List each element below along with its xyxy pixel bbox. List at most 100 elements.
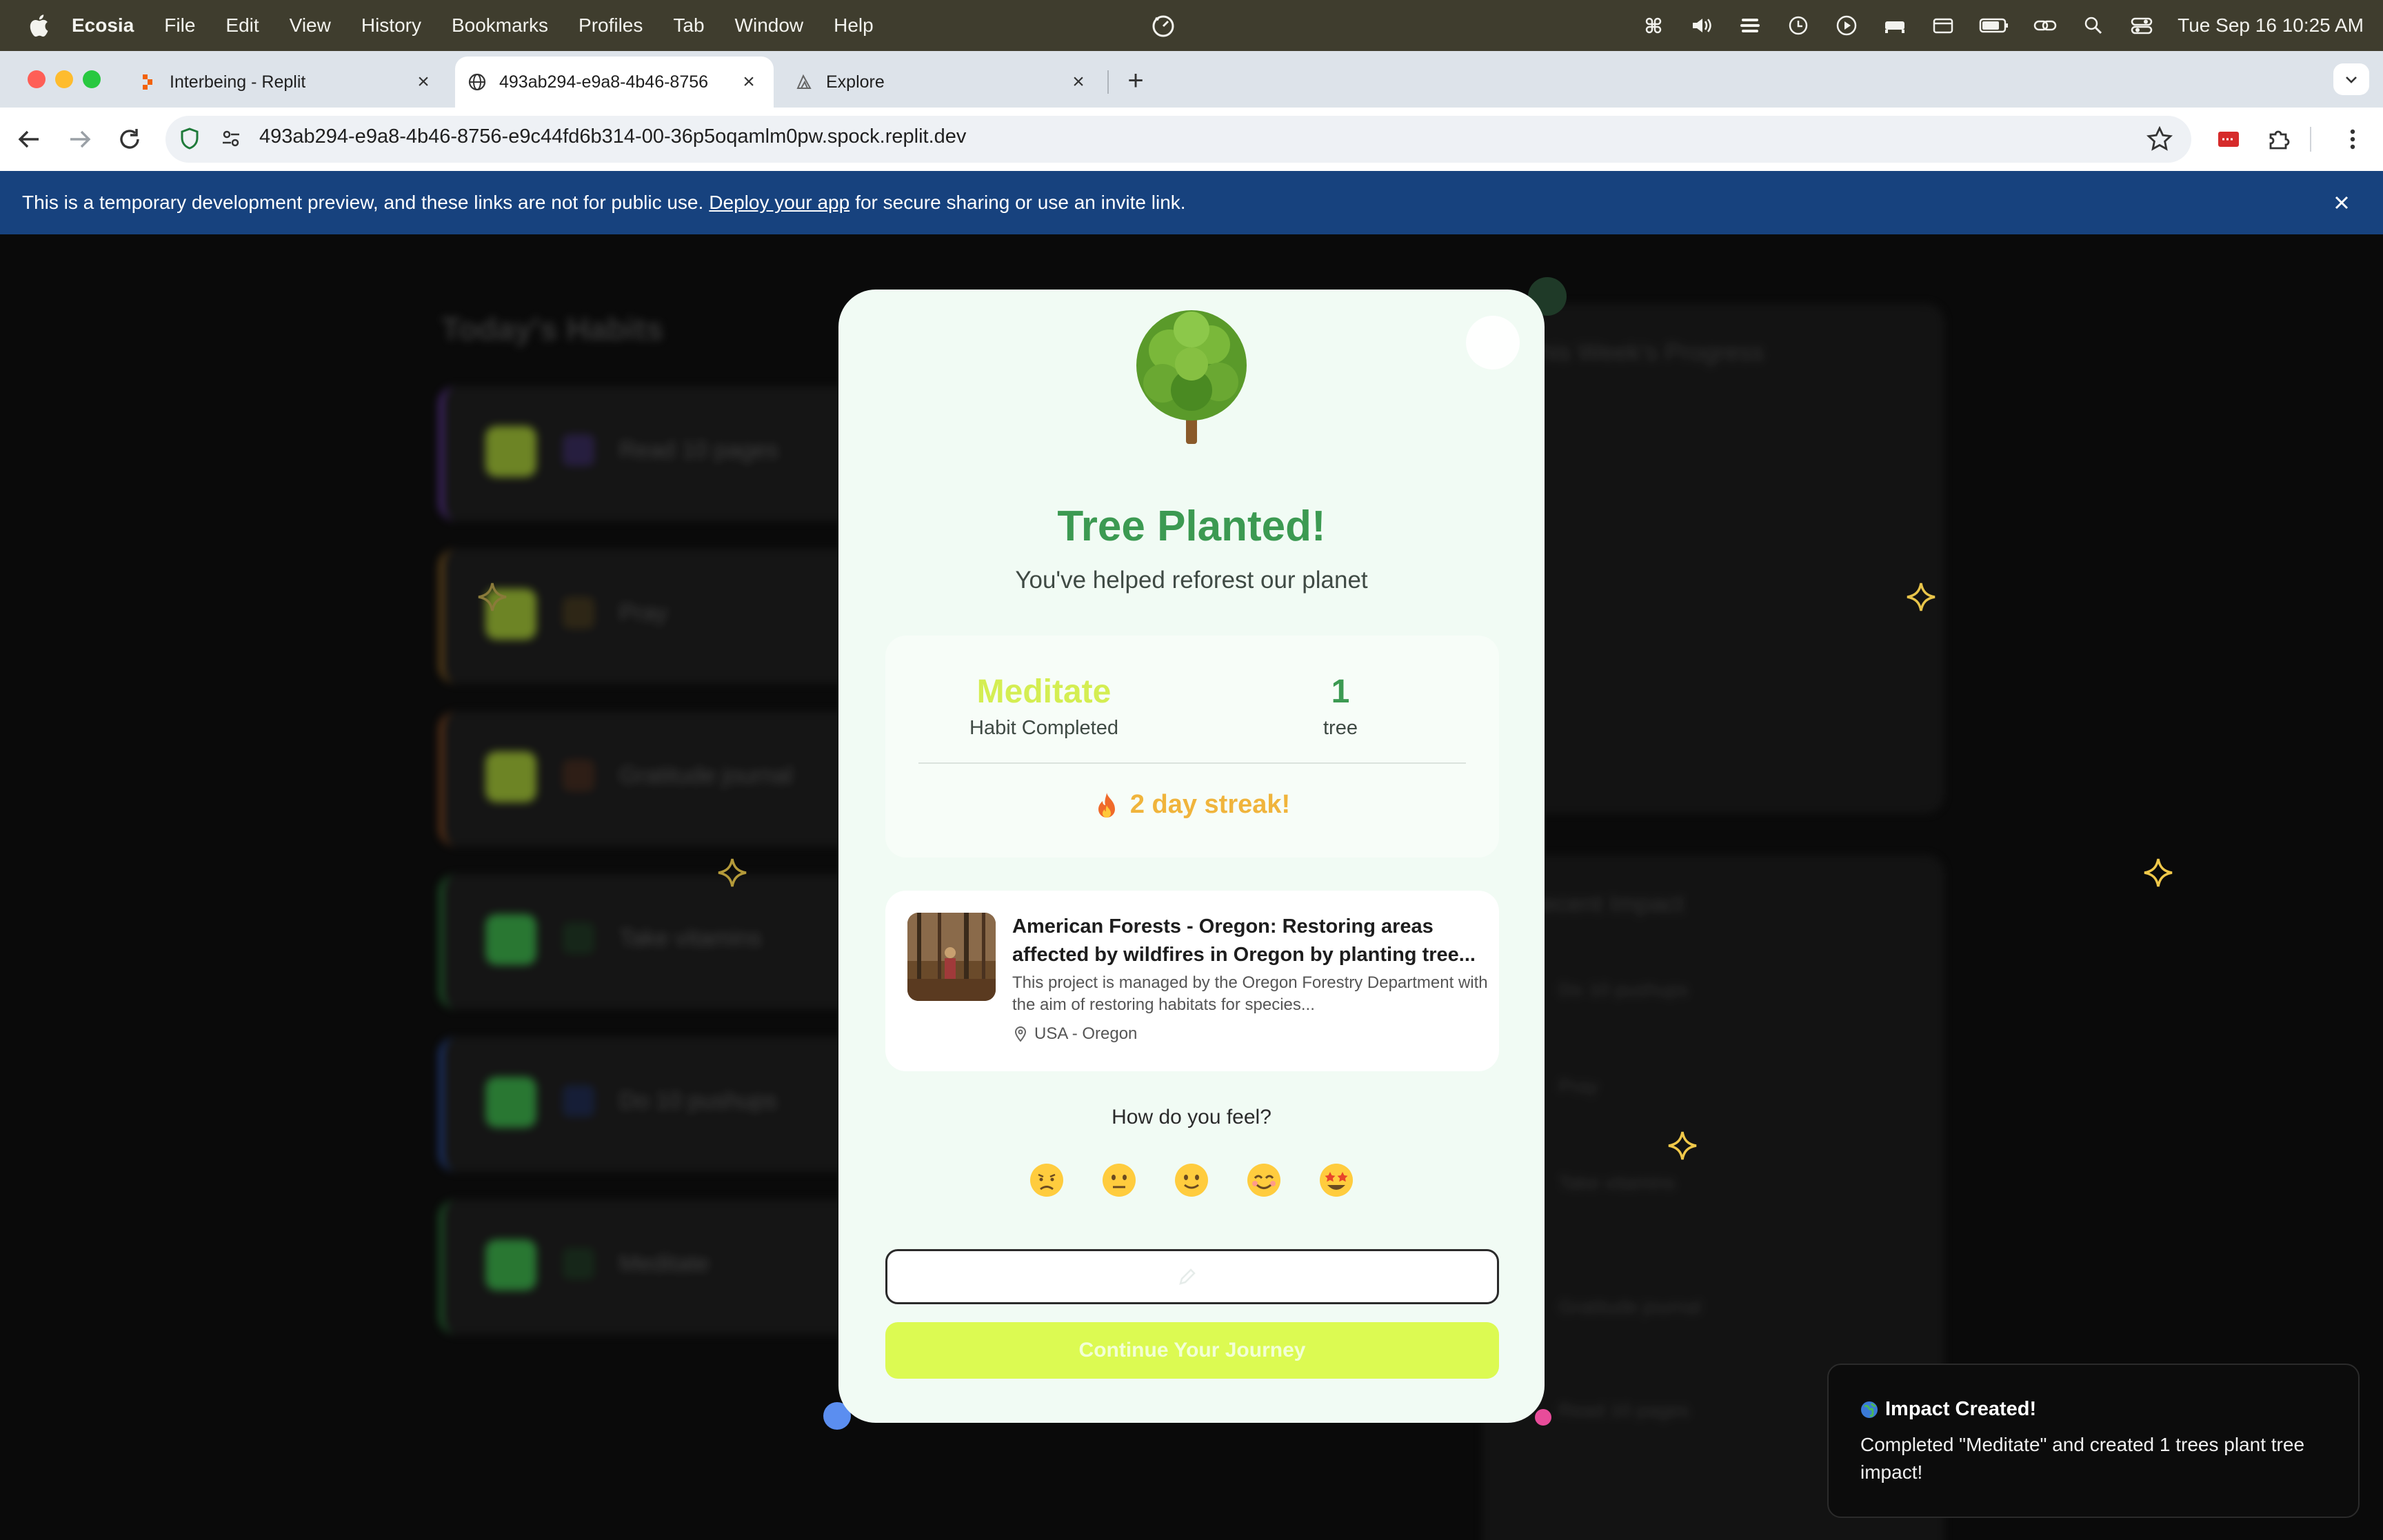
menu-view[interactable]: View bbox=[290, 14, 331, 37]
arrow-right-icon bbox=[70, 130, 91, 148]
impact-row: Do 10 pushups bbox=[1558, 979, 1689, 1000]
impact-toast[interactable]: Impact Created! Completed "Meditate" and… bbox=[1827, 1364, 2360, 1518]
menubar-clock[interactable]: Tue Sep 16 10:25 AM bbox=[2178, 14, 2364, 37]
toast-message: Completed "Meditate" and created 1 trees… bbox=[1860, 1434, 2305, 1483]
close-banner-icon[interactable] bbox=[2331, 192, 2353, 214]
status-area: Tue Sep 16 10:25 AM bbox=[1641, 0, 2364, 51]
tab-separator bbox=[1107, 70, 1109, 94]
impact-row: Read 10 pages bbox=[1558, 1399, 1689, 1421]
smiling-face-icon[interactable] bbox=[1246, 1162, 1282, 1198]
play-circle-icon[interactable] bbox=[1834, 13, 1859, 38]
habit-checkbox bbox=[485, 426, 536, 477]
close-tab-icon[interactable]: × bbox=[1069, 70, 1088, 93]
streak-text: 2 day streak! bbox=[1129, 790, 1291, 819]
apple-icon[interactable] bbox=[25, 13, 52, 38]
new-tab-button[interactable]: + bbox=[1118, 63, 1153, 98]
extension-red-button[interactable] bbox=[2212, 123, 2245, 156]
site-settings-icon[interactable] bbox=[219, 127, 243, 150]
back-button[interactable] bbox=[11, 121, 47, 157]
stats-divider bbox=[918, 762, 1466, 764]
forward-button[interactable] bbox=[62, 121, 98, 157]
weekly-progress-panel: This Week's Progress bbox=[1482, 303, 1944, 813]
modal-subtitle: You've helped reforest our planet bbox=[1015, 567, 1368, 594]
url-text[interactable]: 493ab294-e9a8-4b46-8756-e9c44fd6b314-00-… bbox=[259, 125, 966, 148]
sparkle-icon bbox=[1907, 582, 1935, 611]
impact-row: Take vitamins bbox=[1558, 1172, 1676, 1193]
menu-help[interactable]: Help bbox=[834, 14, 874, 37]
card-icon[interactable] bbox=[1931, 13, 1955, 38]
star-icon bbox=[2146, 126, 2173, 151]
confetti-dot bbox=[1535, 1409, 1551, 1426]
tab-search-button[interactable] bbox=[2333, 63, 2369, 95]
completed-habit-name: Meditate bbox=[976, 673, 1112, 710]
toolbar-separator bbox=[2310, 127, 2311, 152]
project-title: American Forests - Oregon: Restoring are… bbox=[1012, 915, 1476, 966]
map-pin-icon bbox=[1014, 1026, 1027, 1042]
bed-icon[interactable] bbox=[1882, 13, 1907, 38]
project-location: USA - Oregon bbox=[1012, 1024, 1137, 1044]
habit-checkbox bbox=[485, 1239, 536, 1290]
window-zoom-button[interactable] bbox=[83, 70, 101, 88]
battery-icon[interactable] bbox=[1979, 13, 2009, 38]
slightly-smiling-face-icon[interactable] bbox=[1174, 1162, 1209, 1198]
neutral-face-icon[interactable] bbox=[1101, 1162, 1137, 1198]
sparkle-icon bbox=[2144, 858, 2173, 887]
arrow-left-icon bbox=[18, 130, 39, 148]
earth-globe-icon bbox=[1861, 1401, 1878, 1418]
modal-close-button[interactable] bbox=[1466, 316, 1520, 369]
tab-title: Interbeing - Replit bbox=[170, 72, 306, 92]
tree-planted-modal: Tree Planted! You've helped reforest our… bbox=[838, 290, 1545, 1423]
star-struck-face-icon[interactable] bbox=[1318, 1162, 1354, 1198]
menu-file[interactable]: File bbox=[164, 14, 195, 37]
dev-preview-banner: This is a temporary development preview,… bbox=[0, 171, 2383, 234]
habit-name: Take vitamins bbox=[619, 925, 761, 951]
stack-icon[interactable] bbox=[1738, 13, 1762, 38]
puzzle-icon bbox=[2269, 130, 2290, 150]
tab-explore[interactable]: Explore × bbox=[786, 57, 1103, 108]
fire-icon bbox=[1098, 792, 1115, 818]
shield-icon[interactable] bbox=[178, 127, 201, 150]
extensions-button[interactable] bbox=[2262, 123, 2295, 156]
globe-icon bbox=[467, 72, 487, 92]
close-tab-icon[interactable]: × bbox=[739, 70, 758, 93]
tab-interbeing-replit[interactable]: Interbeing - Replit × bbox=[131, 57, 448, 108]
window-close-button[interactable] bbox=[28, 70, 46, 88]
habit-card: Pray bbox=[439, 549, 880, 684]
menu-tab[interactable]: Tab bbox=[673, 14, 704, 37]
menu-history[interactable]: History bbox=[361, 14, 421, 37]
window-minimize-button[interactable] bbox=[55, 70, 73, 88]
menu-edit[interactable]: Edit bbox=[225, 14, 259, 37]
menu-bookmarks[interactable]: Bookmarks bbox=[452, 14, 548, 37]
reforestation-project-card[interactable]: American Forests - Oregon: Restoring are… bbox=[885, 891, 1499, 1071]
spotlight-search-icon[interactable] bbox=[2081, 13, 2106, 38]
password-manager-icon bbox=[2218, 132, 2239, 147]
tab-dev-preview[interactable]: 493ab294-e9a8-4b46-8756 × bbox=[455, 57, 774, 108]
bookmark-star-button[interactable] bbox=[2143, 123, 2176, 156]
menu-app-name[interactable]: Ecosia bbox=[72, 14, 134, 37]
browser-menu-button[interactable] bbox=[2336, 123, 2369, 156]
deploy-app-link[interactable]: Deploy your app bbox=[709, 192, 849, 214]
tab-title: 493ab294-e9a8-4b46-8756 bbox=[499, 72, 709, 92]
habit-name: Gratitude journal bbox=[619, 762, 793, 789]
control-center-icon[interactable] bbox=[2129, 13, 2154, 38]
toast-title: Impact Created! bbox=[1885, 1398, 2037, 1420]
continue-journey-button[interactable]: Continue Your Journey bbox=[885, 1322, 1499, 1379]
close-tab-icon[interactable]: × bbox=[414, 70, 433, 93]
command-icon[interactable] bbox=[1641, 13, 1666, 38]
timer-icon[interactable] bbox=[1150, 12, 1176, 39]
menu-profiles[interactable]: Profiles bbox=[579, 14, 643, 37]
menu-window[interactable]: Window bbox=[735, 14, 804, 37]
disappointed-face-icon[interactable] bbox=[1029, 1162, 1065, 1198]
history-clock-icon[interactable] bbox=[1786, 13, 1811, 38]
habit-icon bbox=[563, 597, 594, 629]
reload-button[interactable] bbox=[112, 121, 148, 157]
reflection-input-button[interactable] bbox=[885, 1249, 1499, 1304]
mood-selector bbox=[1029, 1162, 1354, 1198]
tree-count-label: tree bbox=[1323, 717, 1358, 739]
sparkle-icon bbox=[1668, 1131, 1697, 1160]
volume-icon[interactable] bbox=[1689, 13, 1714, 38]
habit-icon bbox=[563, 434, 594, 466]
mood-question: How do you feel? bbox=[1112, 1106, 1271, 1128]
habit-card: Meditate bbox=[439, 1199, 880, 1335]
link-icon[interactable] bbox=[2033, 13, 2058, 38]
